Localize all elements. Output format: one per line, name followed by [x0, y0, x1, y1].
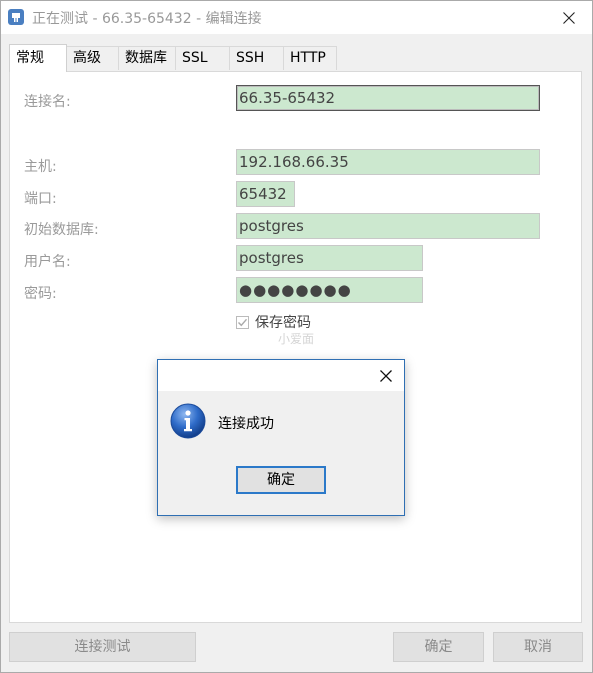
host-input[interactable]: 192.168.66.35: [236, 149, 540, 175]
watermark-text: 小爱面: [278, 332, 315, 346]
close-icon: [563, 11, 575, 24]
dialog-title-bar: [158, 360, 404, 391]
dialog-close-button[interactable]: [376, 366, 396, 386]
save-password-label: 保存密码: [255, 315, 311, 331]
password-input[interactable]: ●●●●●●●●: [236, 277, 423, 303]
general-tab-panel: 连接名: 66.35-65432 主机: 192.168.66.35 端口: 6…: [9, 71, 582, 623]
tab-ssh[interactable]: SSH: [229, 46, 284, 70]
password-label: 密码:: [24, 286, 57, 302]
info-icon: [170, 403, 206, 439]
tab-advanced[interactable]: 高级: [66, 46, 119, 70]
username-label: 用户名:: [24, 254, 71, 270]
save-password-row[interactable]: 保存密码: [236, 312, 311, 332]
host-label: 主机:: [24, 159, 57, 175]
username-input[interactable]: postgres: [236, 245, 423, 271]
dialog-ok-button[interactable]: 确定: [236, 466, 326, 494]
port-label: 端口:: [24, 191, 57, 207]
connection-name-label: 连接名:: [24, 94, 71, 110]
tab-http[interactable]: HTTP: [283, 46, 337, 70]
save-password-checkbox[interactable]: [236, 315, 249, 329]
cancel-button[interactable]: 取消: [493, 632, 583, 662]
connection-name-input[interactable]: 66.35-65432: [236, 85, 540, 111]
initial-database-input[interactable]: postgres: [236, 213, 540, 239]
edit-connection-window: 正在测试 - 66.35-65432 - 编辑连接 常规 高级 数据库 SSL …: [0, 0, 593, 673]
checkmark-icon: [238, 318, 248, 326]
tab-databases[interactable]: 数据库: [118, 46, 176, 70]
port-input[interactable]: 65432: [236, 181, 295, 207]
connection-success-dialog: 连接成功 确定: [157, 359, 405, 516]
title-bar: 正在测试 - 66.35-65432 - 编辑连接: [1, 1, 592, 34]
window-close-button[interactable]: [546, 1, 592, 34]
test-connection-button[interactable]: 连接测试: [9, 632, 196, 662]
window-title: 正在测试 - 66.35-65432 - 编辑连接: [32, 11, 262, 27]
tab-general[interactable]: 常规: [9, 44, 67, 72]
dialog-message: 连接成功: [218, 416, 274, 432]
tab-ssl[interactable]: SSL: [175, 46, 230, 70]
postgres-elephant-icon: [7, 8, 25, 26]
ok-button[interactable]: 确定: [393, 632, 484, 662]
initial-database-label: 初始数据库:: [24, 222, 99, 238]
close-icon: [380, 370, 392, 382]
